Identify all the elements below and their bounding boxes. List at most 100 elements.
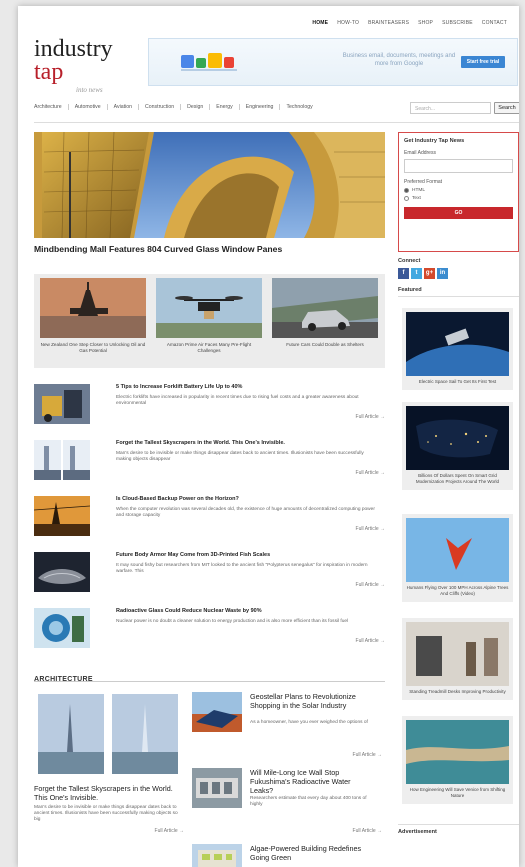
full-article-link[interactable]: Full Article → (356, 638, 385, 644)
full-article-link[interactable]: Full Article → (356, 582, 385, 588)
topnav-howto[interactable]: HOW-TO (337, 20, 359, 26)
article-title[interactable]: Future Body Armor May Come from 3D-Print… (116, 552, 270, 558)
lead-article-image (34, 690, 184, 778)
article-title[interactable]: Geostellar Plans to Revolutionize Shoppi… (250, 692, 375, 710)
hero-image[interactable] (34, 132, 385, 238)
topnav-home[interactable]: HOME (312, 20, 328, 26)
article-image-algae-building (192, 844, 242, 867)
format-option-html[interactable]: HTML (404, 188, 513, 193)
thumb-image-drone (156, 278, 262, 338)
featured-item[interactable]: Billions Of Dollars Spent On Smart Grid … (402, 402, 513, 490)
facebook-icon[interactable]: f (398, 268, 409, 279)
social-icons: f t g+ in (398, 268, 519, 279)
category-energy[interactable]: Energy (216, 104, 240, 110)
article-image-fish-scales (34, 552, 90, 592)
architecture-article[interactable]: Will Mile-Long Ice Wall Stop Fukushima's… (192, 768, 382, 838)
newsletter-signup: Get Industry Tap News Email Address Pref… (398, 132, 519, 252)
radio-icon[interactable] (404, 196, 409, 201)
signup-title: Get Industry Tap News (404, 138, 465, 144)
category-architecture[interactable]: Architecture (34, 104, 69, 110)
full-article-link[interactable]: Full Article → (356, 470, 385, 476)
start-free-trial-button[interactable]: Start free trial (461, 56, 505, 68)
article-image-forklift (34, 384, 90, 424)
article-item[interactable]: Forget the Tallest Skyscrapers in the Wo… (34, 440, 385, 488)
topnav-shop[interactable]: SHOP (418, 20, 433, 26)
architecture-article[interactable]: Algae-Powered Building Redefines Going G… (192, 844, 382, 867)
format-option-text[interactable]: Text (404, 196, 513, 201)
article-title[interactable]: Algae-Powered Building Redefines Going G… (250, 844, 375, 862)
article-excerpt: Nuclear power is no doubt a cleaner solu… (116, 619, 349, 624)
topnav-contact[interactable]: CONTACT (482, 20, 507, 26)
connect-title: Connect (398, 258, 421, 264)
article-excerpt: When the computer revolution was several… (116, 507, 375, 519)
sidebar: Get Industry Tap News Email Address Pref… (398, 132, 519, 297)
article-item[interactable]: Radioactive Glass Could Reduce Nuclear W… (34, 608, 385, 656)
featured-caption: Billions Of Dollars Spent On Smart Grid … (415, 473, 500, 484)
article-excerpt: As a homeowner, have you ever weighed th… (250, 720, 368, 725)
article-image-solar (192, 692, 242, 732)
hero-title[interactable]: Mindbending Mall Features 804 Curved Gla… (34, 244, 282, 254)
article-title[interactable]: 5 Tips to Increase Forklift Battery Life… (116, 384, 242, 390)
article-title[interactable]: Forget the Tallest Skyscrapers in the Wo… (116, 440, 285, 446)
format-option-label: HTML (412, 188, 426, 193)
thumb-card[interactable]: Amazon Prime Air Faces Many Pre-Flight C… (156, 278, 262, 354)
section-title[interactable]: ARCHITECTURE (34, 676, 93, 683)
thumb-image-oil-rig (40, 278, 146, 338)
architecture-lead-article[interactable]: Forget the Tallest Skyscrapers in the Wo… (34, 690, 184, 834)
featured-caption: How Engineering Will Save Venice from Sh… (409, 787, 506, 798)
lead-article-title[interactable]: Forget the Tallest Skyscrapers in the Wo… (34, 784, 184, 802)
header-divider (34, 122, 519, 123)
full-article-link[interactable]: Full Article → (353, 828, 382, 834)
thumbnail-strip: New Zealand One Step Closer to Unlocking… (34, 274, 385, 368)
google-apps-banner-ad[interactable]: Business email, documents, meetings and … (148, 38, 518, 86)
full-article-link[interactable]: Full Article → (356, 526, 385, 532)
section-header: ARCHITECTURE (34, 668, 385, 683)
logo-word-tap: tap (34, 58, 64, 85)
site-logo[interactable]: industry tap into news (34, 36, 113, 93)
topnav-subscribe[interactable]: SUBSCRIBE (442, 20, 473, 26)
email-field[interactable] (404, 159, 513, 173)
thumb-caption: Amazon Prime Air Faces Many Pre-Flight C… (166, 342, 252, 353)
article-item[interactable]: Future Body Armor May Come from 3D-Print… (34, 552, 385, 600)
radio-selected-icon[interactable] (404, 188, 409, 193)
featured-title: Featured (398, 287, 519, 297)
article-image-power-lines (34, 496, 90, 536)
twitter-icon[interactable]: t (411, 268, 422, 279)
category-automotive[interactable]: Automotive (75, 104, 108, 110)
article-title[interactable]: Will Mile-Long Ice Wall Stop Fukushima's… (250, 768, 375, 795)
category-technology[interactable]: Technology (286, 104, 318, 110)
google-plus-icon[interactable]: g+ (424, 268, 435, 279)
banner-text: Business email, documents, meetings and … (342, 53, 456, 68)
featured-item[interactable]: Standing Treadmill Desks Improving Produ… (402, 618, 513, 700)
category-design[interactable]: Design (187, 104, 211, 110)
article-item[interactable]: 5 Tips to Increase Forklift Battery Life… (34, 384, 385, 432)
full-article-link[interactable]: Full Article → (353, 752, 382, 758)
format-label: Preferred Format (404, 179, 443, 185)
article-excerpt: It may sound fishy but researchers from … (116, 563, 368, 575)
category-construction[interactable]: Construction (145, 104, 182, 110)
category-engineering[interactable]: Engineering (246, 104, 281, 110)
category-aviation[interactable]: Aviation (114, 104, 140, 110)
featured-item[interactable]: Humans Flying Over 100 MPH Across Alpine… (402, 514, 513, 602)
full-article-link[interactable]: Full Article → (34, 828, 184, 834)
article-image-skyscraper (34, 440, 90, 480)
architecture-article[interactable]: Geostellar Plans to Revolutionize Shoppi… (192, 692, 382, 762)
featured-item[interactable]: How Engineering Will Save Venice from Sh… (402, 716, 513, 804)
thumb-card[interactable]: New Zealand One Step Closer to Unlocking… (40, 278, 146, 354)
featured-image-wingsuit (406, 518, 509, 582)
featured-caption: Humans Flying Over 100 MPH Across Alpine… (406, 585, 509, 596)
topnav-brainteasers[interactable]: BRAINTEASERS (368, 20, 409, 26)
linkedin-icon[interactable]: in (437, 268, 448, 279)
featured-item[interactable]: Electric Space Sail To Get Its First Tes… (402, 308, 513, 390)
full-article-link[interactable]: Full Article → (356, 414, 385, 420)
search-input[interactable]: Search... (410, 102, 491, 114)
article-image-fukushima (192, 768, 242, 808)
signup-go-button[interactable]: GO (404, 207, 513, 219)
article-item[interactable]: Is Cloud-Based Backup Power on the Horiz… (34, 496, 385, 544)
article-title[interactable]: Radioactive Glass Could Reduce Nuclear W… (116, 608, 262, 614)
google-apps-icons (181, 53, 237, 71)
search-button[interactable]: Search (494, 102, 519, 114)
article-title[interactable]: Is Cloud-Based Backup Power on the Horiz… (116, 496, 239, 502)
thumb-card[interactable]: Future Cars Could Double as Shelters (272, 278, 378, 348)
logo-word-industry: industry (34, 36, 113, 62)
